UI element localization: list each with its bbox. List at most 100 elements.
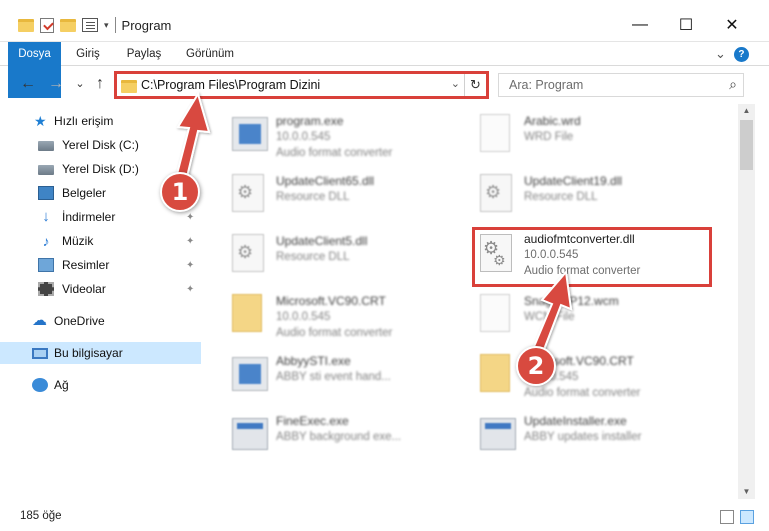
sidebar-item-pictures[interactable]: Resimler ✦ [0, 254, 201, 276]
new-folder-icon[interactable] [60, 18, 76, 32]
file-name: FineExec.exe [276, 414, 349, 428]
file-name: UpdateClient65.dll [276, 174, 375, 188]
status-bar: 185 öğe [0, 504, 769, 531]
exe-icon [232, 357, 268, 391]
file-version: 10.0.0.545 [524, 249, 579, 261]
address-path[interactable]: C:\Program Files\Program Dizini [141, 78, 320, 92]
sidebar-item-onedrive[interactable]: ☁ OneDrive [0, 310, 201, 332]
vertical-scrollbar[interactable]: ▲ ▼ [738, 104, 755, 499]
tab-paylas[interactable]: Paylaş [122, 42, 166, 66]
file-version: 10.0.0.545 [276, 131, 331, 143]
file-name: audiofmtconverter.dll [524, 232, 635, 246]
callout-badge-2: 2 [516, 346, 556, 386]
pin-icon[interactable]: ✦ [186, 212, 194, 223]
forward-button[interactable]: → [46, 74, 66, 94]
chevron-down-icon[interactable]: ⌄ [451, 77, 460, 90]
tab-giris[interactable]: Giriş [70, 42, 106, 66]
file-name: Arabic.wrd [524, 114, 581, 128]
star-icon: ★ [34, 113, 47, 129]
ribbon-tabs: Dosya Giriş Paylaş Görünüm ⌄ ? [0, 42, 769, 98]
sidebar-item-label: Hızlı erişim [54, 114, 114, 128]
scroll-down-icon[interactable]: ▼ [738, 485, 755, 499]
title-bar: ▾ Program — ☐ ✕ [0, 0, 769, 42]
tab-gorunum[interactable]: Görünüm [180, 42, 240, 66]
sidebar-item-local-disk-c[interactable]: Yerel Disk (C:) [0, 134, 201, 156]
file-item[interactable]: program.exe 10.0.0.545 Audio format conv… [218, 108, 458, 164]
sidebar-item-music[interactable]: ♪ Müzik ✦ [0, 230, 201, 252]
desktop-icon [38, 186, 54, 200]
address-row: ← → ⌄ ↑ C:\Program Files\Program Dizini … [0, 66, 769, 104]
recent-locations-button[interactable]: ⌄ [70, 74, 90, 94]
ribbon-controls: ⌄ ? [715, 46, 749, 62]
address-bar[interactable]: C:\Program Files\Program Dizini ⌄ ↻ [114, 71, 489, 99]
folder-icon [480, 354, 510, 392]
sidebar-item-label: Ağ [54, 378, 69, 392]
file-item[interactable]: Microsoft.VC90.CRT 10.0.0.545 Audio form… [218, 288, 458, 344]
file-description: Audio format converter [524, 265, 641, 277]
pictures-icon [38, 258, 54, 272]
drive-icon [38, 141, 54, 151]
close-button[interactable]: ✕ [714, 10, 750, 40]
music-icon: ♪ [42, 233, 50, 249]
window-icon [232, 418, 268, 450]
video-icon [38, 282, 54, 296]
folder-icon[interactable] [18, 18, 34, 32]
file-type: WRD File [524, 131, 574, 143]
scrollbar-thumb[interactable] [740, 120, 753, 170]
folder-icon [232, 294, 262, 332]
file-description: Audio format converter [276, 147, 393, 159]
chevron-down-icon[interactable]: ▾ [104, 20, 109, 31]
sidebar-item-quick-access[interactable]: ★ Hızlı erişim [0, 110, 201, 132]
file-type: Resource DLL [524, 191, 598, 203]
folder-icon [121, 80, 137, 93]
search-box[interactable]: Ara: Program ⌕ [498, 73, 744, 97]
file-description: ABBY sti event hand... [276, 371, 391, 383]
sidebar-item-videos[interactable]: Videolar ✦ [0, 278, 201, 300]
file-item[interactable]: ⚙ UpdateClient5.dll Resource DLL [218, 228, 458, 284]
details-view-icon[interactable] [720, 510, 734, 524]
minimize-button[interactable]: — [622, 10, 658, 40]
scroll-up-icon[interactable]: ▲ [738, 104, 755, 118]
refresh-button[interactable]: ↻ [464, 74, 486, 96]
file-item[interactable]: Arabic.wrd WRD File [466, 108, 706, 164]
sidebar-item-this-pc[interactable]: Bu bilgisayar [0, 342, 201, 364]
dll-icon: ⚙ ⚙ [480, 234, 512, 272]
file-item[interactable]: AbbyySTI.exe ABBY sti event hand... [218, 348, 458, 404]
file-description: ABBY background exe... [276, 431, 402, 443]
expand-ribbon-icon[interactable]: ⌄ [715, 46, 726, 62]
quick-access-toolbar: ▾ Program [18, 15, 171, 35]
sidebar-item-label: Videolar [62, 282, 106, 296]
properties-check-icon[interactable] [40, 17, 54, 33]
file-type: WCM File [524, 311, 575, 323]
back-button[interactable]: ← [18, 74, 38, 94]
pin-icon[interactable]: ✦ [186, 284, 194, 295]
sidebar-item-network[interactable]: Ağ [0, 374, 201, 396]
file-item[interactable]: SnagitWP12.wcm WCM File [466, 288, 706, 344]
window-title: Program [121, 17, 172, 33]
file-item[interactable]: FineExec.exe ABBY background exe... [218, 408, 458, 464]
file-type: Resource DLL [276, 251, 350, 263]
download-icon: ↓ [42, 208, 50, 225]
maximize-button[interactable]: ☐ [668, 10, 704, 40]
file-type: Resource DLL [276, 191, 350, 203]
file-item[interactable]: UpdateInstaller.exe ABBY updates install… [466, 408, 706, 464]
dll-icon: ⚙ [232, 234, 264, 272]
file-item[interactable]: ⚙ UpdateClient19.dll Resource DLL [466, 168, 706, 224]
sidebar-item-label: İndirmeler [62, 210, 116, 224]
file-item[interactable]: Microsoft.VC90.CRT 10.0.0.545 Audio form… [466, 348, 706, 404]
file-description: ABBY updates installer [524, 431, 642, 443]
pin-icon[interactable]: ✦ [186, 236, 194, 247]
dll-icon: ⚙ [480, 174, 512, 212]
search-icon[interactable]: ⌕ [729, 76, 737, 93]
help-icon[interactable]: ? [733, 46, 749, 62]
sidebar-item-label: Resimler [62, 258, 110, 272]
search-input[interactable]: Ara: Program [509, 78, 583, 92]
up-button[interactable]: ↑ [90, 74, 110, 94]
customize-icon[interactable] [82, 18, 98, 32]
file-name: AbbyySTI.exe [276, 354, 351, 368]
file-item[interactable]: ⚙ UpdateClient65.dll Resource DLL [218, 168, 458, 224]
file-item-highlighted[interactable]: ⚙ ⚙ audiofmtconverter.dll 10.0.0.545 Audi… [472, 227, 712, 287]
tiles-view-icon[interactable] [740, 510, 754, 524]
pin-icon[interactable]: ✦ [186, 260, 194, 271]
file-name: UpdateInstaller.exe [524, 414, 627, 428]
